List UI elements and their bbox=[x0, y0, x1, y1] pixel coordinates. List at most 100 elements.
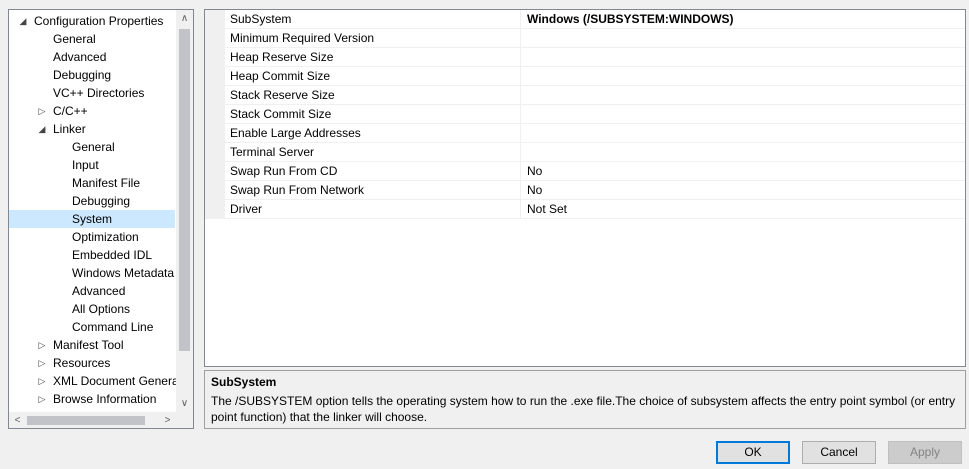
property-row[interactable]: Stack Reserve Size bbox=[205, 86, 965, 105]
property-name: Heap Commit Size bbox=[230, 67, 521, 86]
description-text: The /SUBSYSTEM option tells the operatin… bbox=[211, 394, 956, 424]
tree-item-label: All Options bbox=[72, 302, 131, 316]
cancel-button[interactable]: Cancel bbox=[802, 441, 876, 464]
apply-button[interactable]: Apply bbox=[888, 441, 962, 464]
tree-item[interactable]: General bbox=[9, 30, 175, 48]
tree-item-label: Windows Metadata bbox=[72, 266, 175, 280]
property-row[interactable]: Swap Run From Network No bbox=[205, 181, 965, 200]
property-row[interactable]: Driver Not Set bbox=[205, 200, 965, 219]
scroll-up-icon[interactable]: ∧ bbox=[176, 10, 193, 27]
property-row[interactable]: Heap Reserve Size bbox=[205, 48, 965, 67]
tree-item[interactable]: ◢ Configuration Properties bbox=[9, 12, 175, 30]
tree-item-label: Manifest Tool bbox=[53, 338, 124, 352]
row-margin bbox=[205, 200, 225, 219]
row-margin bbox=[205, 48, 225, 67]
property-row[interactable]: Stack Commit Size bbox=[205, 105, 965, 124]
collapse-arrow-icon[interactable]: ◢ bbox=[37, 120, 47, 138]
tree-item-label: Advanced bbox=[53, 50, 107, 64]
property-row[interactable]: Terminal Server bbox=[205, 143, 965, 162]
description-panel: SubSystem The /SUBSYSTEM option tells th… bbox=[204, 370, 966, 429]
property-name: Stack Reserve Size bbox=[230, 86, 521, 105]
property-value[interactable]: No bbox=[527, 162, 542, 181]
tree-item[interactable]: System bbox=[9, 210, 175, 228]
tree-item-label: VC++ Directories bbox=[53, 86, 145, 100]
tree-item[interactable]: Windows Metadata bbox=[9, 264, 175, 282]
tree-item-label: XML Document Genera bbox=[53, 374, 179, 388]
vertical-scroll-thumb[interactable] bbox=[179, 29, 190, 351]
tree-item[interactable]: Command Line bbox=[9, 318, 175, 336]
tree-item-label: Optimization bbox=[72, 230, 139, 244]
row-margin bbox=[205, 10, 225, 29]
tree-item-label: Advanced bbox=[72, 284, 126, 298]
row-margin bbox=[205, 124, 225, 143]
collapse-arrow-icon[interactable]: ◢ bbox=[18, 12, 28, 30]
expand-arrow-icon[interactable]: ▷ bbox=[37, 354, 47, 372]
tree-item-label: C/C++ bbox=[53, 104, 88, 118]
tree-item-label: Browse Information bbox=[53, 392, 157, 406]
expand-arrow-icon[interactable]: ▷ bbox=[37, 336, 47, 354]
property-tree[interactable]: ◢ Configuration Properties General Advanced… bbox=[8, 9, 194, 429]
property-value[interactable]: Not Set bbox=[527, 200, 567, 219]
row-margin bbox=[205, 162, 225, 181]
tree-item[interactable]: Embedded IDL bbox=[9, 246, 175, 264]
tree-item[interactable]: ▷ Manifest Tool bbox=[9, 336, 175, 354]
tree-item-label: Resources bbox=[53, 356, 111, 370]
ok-button[interactable]: OK bbox=[716, 441, 790, 464]
row-margin bbox=[205, 181, 225, 200]
scroll-down-icon[interactable]: ∨ bbox=[176, 395, 193, 412]
tree-item-label: Linker bbox=[53, 122, 86, 136]
tree-item[interactable]: Debugging bbox=[9, 66, 175, 84]
tree-item[interactable]: Optimization bbox=[9, 228, 175, 246]
expand-arrow-icon[interactable]: ▷ bbox=[37, 372, 47, 390]
row-margin bbox=[205, 105, 225, 124]
row-margin bbox=[205, 86, 225, 105]
tree-horizontal-scrollbar[interactable]: < > bbox=[9, 412, 176, 428]
tree-item[interactable]: ▷ Browse Information bbox=[9, 390, 175, 408]
expand-arrow-icon[interactable]: ▷ bbox=[37, 390, 47, 408]
tree-item-label: Embedded IDL bbox=[72, 248, 153, 262]
property-row[interactable]: Swap Run From CD No bbox=[205, 162, 965, 181]
tree-item-label: System bbox=[72, 212, 113, 226]
tree-item[interactable]: Manifest File bbox=[9, 174, 175, 192]
tree-item[interactable]: VC++ Directories bbox=[9, 84, 175, 102]
property-grid[interactable]: SubSystem Windows (/SUBSYSTEM:WINDOWS) Min… bbox=[204, 9, 966, 367]
row-margin bbox=[205, 143, 225, 162]
property-name: Driver bbox=[230, 200, 521, 219]
property-row[interactable]: Enable Large Addresses bbox=[205, 124, 965, 143]
scroll-right-icon[interactable]: > bbox=[159, 412, 176, 428]
tree-item-label: Manifest File bbox=[72, 176, 141, 190]
property-name: Heap Reserve Size bbox=[230, 48, 521, 67]
property-name: Enable Large Addresses bbox=[230, 124, 521, 143]
tree-item-label: Configuration Properties bbox=[34, 14, 164, 28]
property-name: Swap Run From CD bbox=[230, 162, 521, 181]
tree-item[interactable]: ▷ C/C++ bbox=[9, 102, 175, 120]
tree-item[interactable]: Input bbox=[9, 156, 175, 174]
tree-vertical-scrollbar[interactable]: ∧ ∨ bbox=[176, 10, 193, 412]
property-name: Minimum Required Version bbox=[230, 29, 521, 48]
property-name: SubSystem bbox=[230, 10, 521, 29]
tree-item-label: General bbox=[72, 140, 115, 154]
tree-item[interactable]: Advanced bbox=[9, 282, 175, 300]
property-name: Stack Commit Size bbox=[230, 105, 521, 124]
tree-item-label: Input bbox=[72, 158, 99, 172]
property-name: Terminal Server bbox=[230, 143, 521, 162]
expand-arrow-icon[interactable]: ▷ bbox=[37, 102, 47, 120]
tree-item[interactable]: All Options bbox=[9, 300, 175, 318]
tree-item[interactable]: Advanced bbox=[9, 48, 175, 66]
tree-item[interactable]: ◢ Linker bbox=[9, 120, 175, 138]
property-value[interactable]: No bbox=[527, 181, 542, 200]
tree-item[interactable]: ▷ Resources bbox=[9, 354, 175, 372]
tree-item-label: Command Line bbox=[72, 320, 154, 334]
scrollbar-corner bbox=[176, 412, 193, 428]
tree-item[interactable]: ▷ XML Document Genera bbox=[9, 372, 179, 390]
property-value[interactable]: Windows (/SUBSYSTEM:WINDOWS) bbox=[527, 10, 734, 29]
property-row[interactable]: Heap Commit Size bbox=[205, 67, 965, 86]
property-row[interactable]: SubSystem Windows (/SUBSYSTEM:WINDOWS) bbox=[205, 10, 965, 29]
tree-item[interactable]: Debugging bbox=[9, 192, 175, 210]
horizontal-scroll-thumb[interactable] bbox=[27, 416, 145, 425]
scroll-left-icon[interactable]: < bbox=[9, 412, 26, 428]
property-row[interactable]: Minimum Required Version bbox=[205, 29, 965, 48]
property-name: Swap Run From Network bbox=[230, 181, 521, 200]
tree-item[interactable]: General bbox=[9, 138, 175, 156]
description-title: SubSystem bbox=[211, 375, 277, 389]
